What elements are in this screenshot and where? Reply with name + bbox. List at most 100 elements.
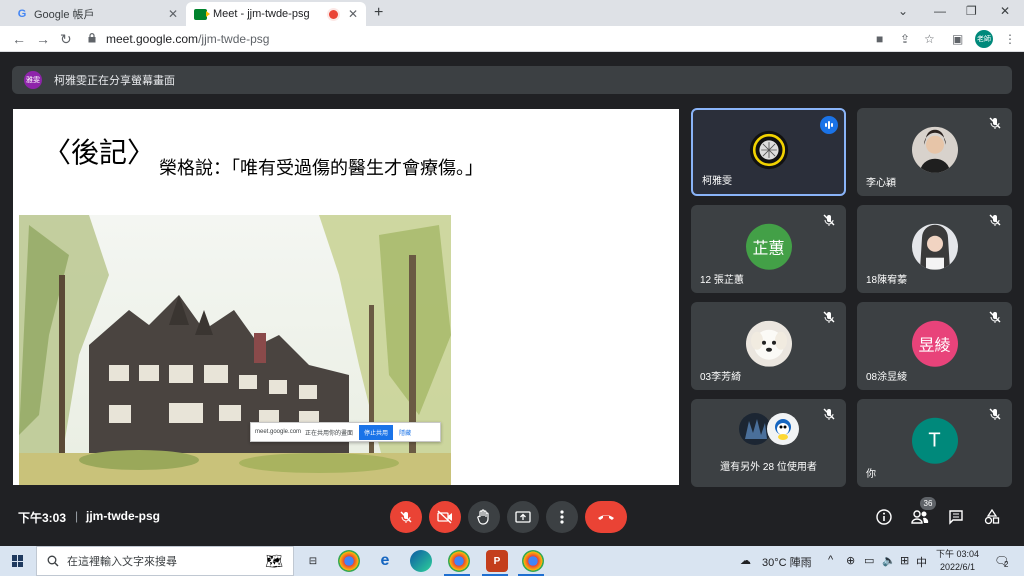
meeting-time: 下午3:03 — [18, 511, 67, 525]
present-icon — [515, 511, 531, 523]
presenting-banner: 雅雯 柯雅雯正在分享螢幕畫面 — [12, 66, 1012, 94]
ime-indicator[interactable]: 中 — [916, 554, 927, 570]
url-host: meet.google.com — [106, 32, 199, 46]
mic-off-icon — [823, 408, 835, 420]
mic-off-icon — [989, 311, 1001, 323]
network-icon[interactable]: ⊕ — [846, 554, 855, 567]
profile-avatar[interactable]: 老師 — [975, 30, 993, 48]
avatar: 昱綾 — [911, 320, 958, 367]
present-screen-button[interactable] — [507, 501, 539, 533]
more-options-button[interactable] — [546, 501, 578, 533]
chat-button[interactable] — [946, 507, 966, 527]
tab-meet[interactable]: Meet - jjm-twde-psg ✕ — [186, 2, 366, 26]
volume-icon[interactable]: 🔈 — [882, 554, 896, 567]
weather-text[interactable]: 30°C 陣雨 — [762, 554, 812, 570]
activities-button[interactable] — [982, 507, 1002, 527]
system-clock[interactable]: 下午 03:04 2022/6/1 — [936, 548, 979, 574]
mic-off-icon — [400, 511, 412, 523]
clock-date: 2022/6/1 — [939, 562, 976, 572]
meeting-controls-bar: 下午3:03 | jjm-twde-psg — [0, 495, 1024, 543]
meeting-details-button[interactable] — [874, 507, 894, 527]
sharing-text: 正在共用你的畫面 — [305, 430, 354, 437]
minimize-button[interactable]: — — [934, 4, 946, 18]
meeting-code: jjm-twde-psg — [86, 509, 160, 523]
back-button[interactable]: ← — [12, 31, 26, 47]
side-panel-icon[interactable]: ▣ — [952, 32, 963, 46]
notification-count: 2 — [1004, 560, 1009, 569]
task-view-icon[interactable]: ⊟ — [302, 550, 324, 572]
camera-icon[interactable]: ■ — [876, 32, 883, 46]
people-button[interactable] — [910, 507, 930, 527]
window-close-button[interactable]: ✕ — [1000, 4, 1010, 18]
share-icon[interactable]: ⇪ — [900, 32, 910, 46]
stop-sharing-button[interactable]: 停止共用 — [359, 424, 394, 440]
participant-tile[interactable]: 18陳宥蓁 — [857, 205, 1012, 293]
people-icon — [911, 510, 929, 524]
close-icon[interactable]: ✕ — [348, 7, 358, 21]
avatar: 雅雯 — [24, 71, 42, 89]
more-options-icon[interactable]: ⋮ — [1004, 32, 1016, 46]
participant-name: 18陳宥蓁 — [866, 275, 908, 286]
avatar — [911, 126, 958, 173]
taskbar-search-input[interactable]: 在這裡輸入文字來搜尋 🗺 — [36, 546, 294, 576]
slide-quote: 榮格說：「唯有受過傷的醫生才會療傷。」 — [159, 158, 483, 179]
ie-icon[interactable]: e — [374, 550, 396, 572]
clock-time: 下午 03:04 — [936, 549, 980, 559]
close-icon[interactable]: ✕ — [168, 7, 178, 21]
participant-tile-self[interactable]: T 你 — [857, 399, 1012, 487]
avatar: T — [911, 417, 958, 464]
avatar — [749, 130, 788, 170]
participant-name: 柯雅雯 — [702, 176, 732, 187]
participant-name: 你 — [866, 469, 876, 480]
windows-taskbar: 在這裡輸入文字來搜尋 🗺 ⊟ e P ☁ 30°C 陣雨 ^ ⊕ ▭ 🔈 ⊞ 中… — [0, 546, 1024, 576]
participant-name: 李心穎 — [866, 178, 896, 189]
avatar: 芷蕙 — [745, 223, 792, 270]
avatar — [767, 413, 799, 445]
mic-toggle-button[interactable] — [390, 501, 422, 533]
new-tab-button[interactable]: + — [374, 4, 383, 22]
camera-toggle-button[interactable] — [429, 501, 461, 533]
reload-button[interactable]: ↻ — [60, 31, 72, 48]
chrome-active-icon[interactable] — [522, 550, 544, 572]
chevron-up-icon[interactable]: ^ — [828, 554, 833, 566]
mansion-photo — [19, 215, 451, 485]
participant-tile[interactable]: 李心穎 — [857, 108, 1012, 196]
bookmark-star-icon[interactable]: ☆ — [924, 32, 935, 46]
tab-google-account[interactable]: G Google 帳戶 ✕ — [8, 2, 186, 26]
leave-call-button[interactable] — [585, 501, 627, 533]
chrome-profile-icon[interactable] — [448, 550, 470, 572]
lock-icon — [88, 33, 96, 43]
chevron-down-icon[interactable]: ⌄ — [898, 4, 908, 18]
powerpoint-icon[interactable]: P — [486, 550, 508, 572]
raise-hand-button[interactable] — [468, 501, 500, 533]
url-path: /jjm-twde-psg — [198, 32, 270, 46]
participant-tile-others[interactable]: 還有另外 28 位使用者 — [691, 399, 846, 487]
keyboard-icon[interactable]: ⊞ — [900, 554, 909, 567]
participant-tile[interactable]: 昱綾 08涂昱綾 — [857, 302, 1012, 390]
windows-start-icon[interactable] — [12, 555, 24, 567]
divider: | — [75, 509, 79, 523]
more-vert-icon — [560, 510, 564, 524]
slide-heading: 〈後記〉 — [43, 136, 156, 169]
people-count-badge: 36 — [920, 497, 936, 510]
url-field[interactable]: meet.google.com/jjm-twde-psg — [106, 32, 269, 46]
avatar — [745, 320, 792, 367]
battery-icon[interactable]: ▭ — [864, 554, 874, 567]
participant-tile[interactable]: 03李芳綺 — [691, 302, 846, 390]
mic-off-icon — [989, 408, 1001, 420]
hide-button[interactable]: 隱藏 — [399, 428, 411, 437]
search-icon — [47, 555, 59, 567]
participant-tile[interactable]: 柯雅雯 — [691, 108, 846, 196]
tab-title: Meet - jjm-twde-psg — [213, 8, 310, 20]
participant-name: 08涂昱綾 — [866, 372, 908, 383]
participant-name: 12 張芷蕙 — [700, 275, 744, 286]
forward-button[interactable]: → — [36, 31, 50, 47]
edge-icon[interactable] — [410, 550, 432, 572]
activities-icon — [984, 509, 1000, 525]
participant-tile[interactable]: 芷蕙 12 張芷蕙 — [691, 205, 846, 293]
restore-button[interactable]: ❐ — [966, 4, 977, 18]
chat-icon — [949, 510, 963, 525]
chrome-icon[interactable] — [338, 550, 360, 572]
speaking-indicator-icon — [820, 116, 838, 134]
recording-indicator-icon — [328, 9, 338, 19]
